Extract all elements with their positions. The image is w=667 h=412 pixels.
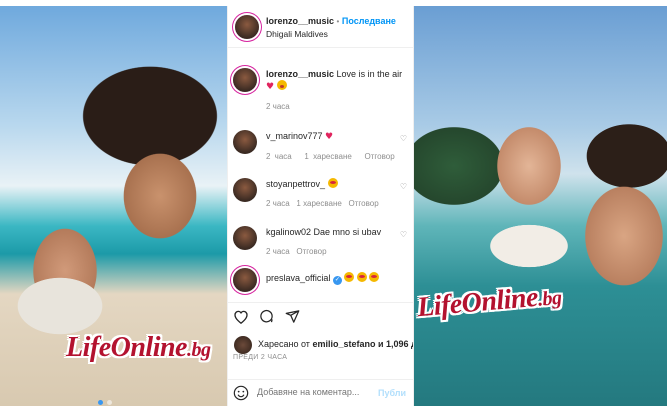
comment-likes[interactable]: 1 харесване: [304, 152, 351, 161]
comment-icon[interactable]: [257, 307, 275, 325]
reply-button[interactable]: Отговор: [365, 152, 395, 161]
comment-username[interactable]: stoyanpettrov_: [266, 179, 325, 189]
emoji-picker-icon[interactable]: [233, 385, 249, 401]
separator-dot: •: [336, 17, 340, 26]
caption-username[interactable]: lorenzo__music: [266, 69, 334, 79]
post-comment-button[interactable]: Публи: [378, 388, 406, 398]
post-timestamp[interactable]: ПРЕДИ 2 ЧАСА: [233, 354, 287, 361]
location-link[interactable]: Dhigali Maldives: [266, 29, 328, 39]
comment-meta: 2 часа 1 харесване Отговор: [266, 151, 406, 163]
avatar[interactable]: [235, 15, 259, 39]
comment-text: Dae mno si ubav: [313, 227, 382, 237]
like-comment-icon[interactable]: ♡: [400, 134, 407, 143]
heart-outline-icon[interactable]: [232, 307, 250, 325]
avatar[interactable]: [233, 178, 257, 202]
comment-time: 2 часа: [266, 152, 292, 161]
comment-likes[interactable]: 1 харесване: [296, 199, 341, 208]
avatar[interactable]: [233, 68, 257, 92]
reply-button[interactable]: Отговор: [296, 247, 326, 256]
follow-button[interactable]: Последване: [342, 16, 396, 26]
heart-emoji-icon: ♥: [266, 82, 275, 92]
liked-prefix: Харесано от: [258, 339, 310, 349]
post-photo-right: [414, 6, 667, 406]
verified-badge-icon: ✓: [332, 276, 342, 285]
comment-username[interactable]: preslava_official: [266, 273, 330, 283]
avatar[interactable]: [234, 336, 252, 354]
liked-user[interactable]: emilio_stefano: [312, 339, 375, 349]
comment-body: preslava_official ✓: [266, 272, 406, 285]
share-icon[interactable]: [283, 307, 301, 325]
instagram-post-panel: lorenzo__music • Последване Dhigali Mald…: [227, 6, 415, 406]
header-user-line: lorenzo__music • Последване: [266, 16, 396, 26]
caption-text: Love is in the air: [336, 69, 403, 79]
carousel-dot: [107, 400, 112, 405]
action-bar: [228, 302, 415, 326]
like-comment-icon[interactable]: ♡: [400, 182, 407, 191]
caption-body: lorenzo__music Love is in the air ♥ 2 ча…: [266, 68, 406, 113]
heart-eyes-emoji-icon: [356, 272, 367, 282]
carousel-dots-left: [98, 400, 112, 405]
watermark-suffix: .bg: [187, 339, 211, 361]
reply-button[interactable]: Отговор: [349, 199, 379, 208]
avatar[interactable]: [233, 226, 257, 250]
avatar[interactable]: [233, 130, 257, 154]
post-header: lorenzo__music • Последване Dhigali Mald…: [228, 6, 415, 48]
comment-username[interactable]: kgalinow02: [266, 227, 311, 237]
watermark-logo-left: LifeOnline.bg: [66, 332, 211, 364]
kiss-face-emoji-icon: [276, 80, 287, 90]
like-comment-icon[interactable]: ♡: [400, 230, 407, 239]
heart-emoji-icon: ♥: [325, 132, 334, 142]
comment-meta: 2 часа Отговор: [266, 246, 406, 258]
avatar[interactable]: [233, 268, 257, 292]
comment-time: 2 часа: [266, 199, 290, 208]
caption-time: 2 часа: [266, 102, 290, 111]
comment-meta: 2 часа 1 харесване Отговор: [266, 198, 406, 210]
comment-bar: Публи: [228, 379, 415, 406]
comment-body: stoyanpettrov_ 2 часа 1 харесване Отгово…: [266, 178, 406, 210]
heart-eyes-emoji-icon: [327, 178, 338, 188]
comment-username[interactable]: v_marinov777: [266, 131, 323, 141]
heart-eyes-emoji-icon: [369, 272, 380, 282]
carousel-dot: [98, 400, 103, 405]
heart-eyes-emoji-icon: [344, 272, 355, 282]
comment-body: kgalinow02 Dae mno si ubav 2 часа Отгово…: [266, 226, 406, 258]
comment-body: v_marinov777 ♥ 2 часа 1 харесване Отгово…: [266, 130, 406, 163]
header-username[interactable]: lorenzo__music: [266, 16, 334, 26]
comment-input[interactable]: [257, 387, 377, 397]
comment-time: 2 часа: [266, 247, 290, 256]
watermark-text: LifeOnline: [66, 332, 188, 363]
watermark-suffix: .bg: [537, 286, 563, 311]
liked-others[interactable]: и 1,096 д: [378, 339, 413, 349]
liked-by-text: Харесано от emilio_stefano и 1,096 д: [258, 339, 413, 349]
